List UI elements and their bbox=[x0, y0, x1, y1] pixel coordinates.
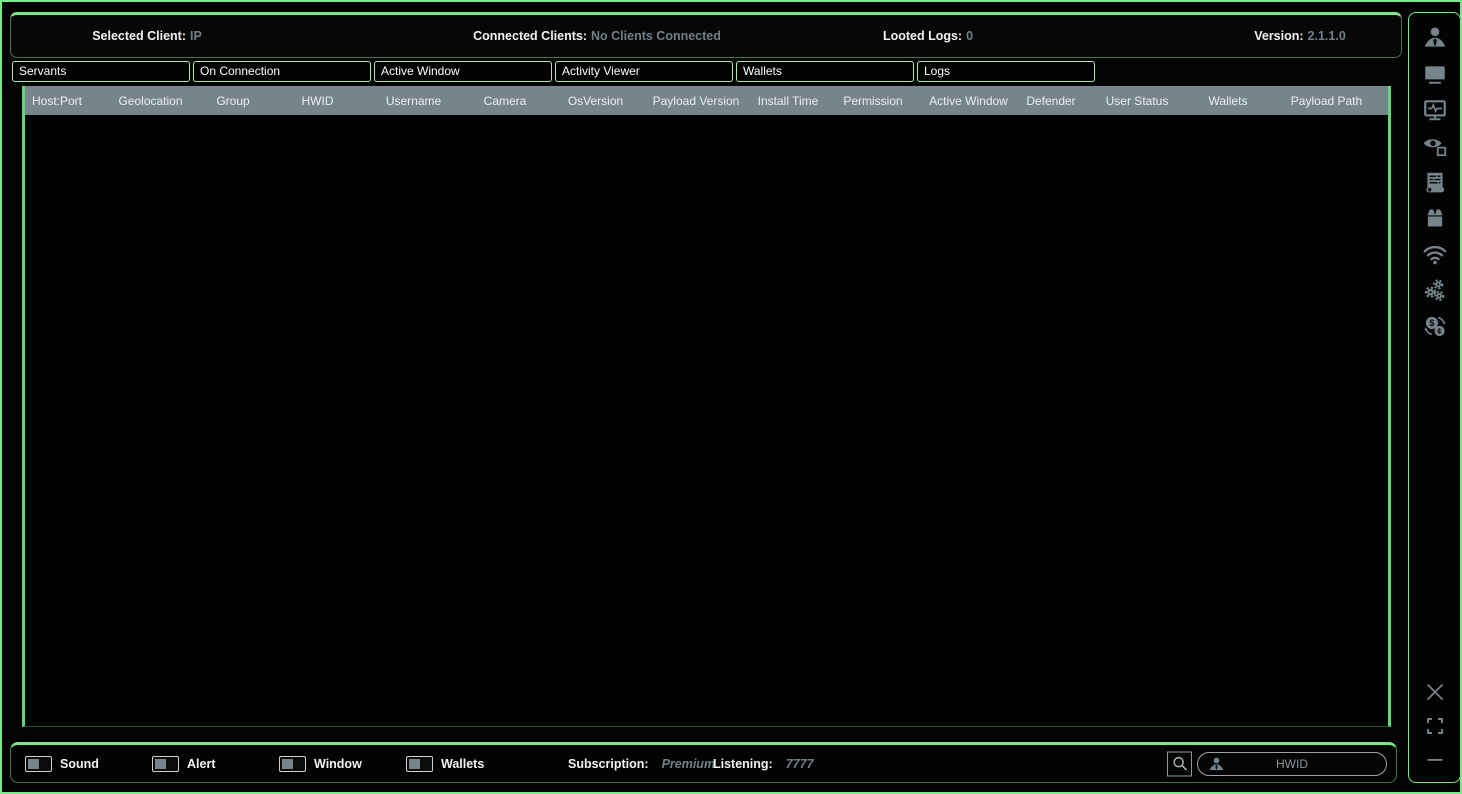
sidebar-icon-stack: $ ¢ bbox=[1420, 25, 1450, 339]
sound-toggle-group: Sound bbox=[25, 756, 99, 772]
col-header-hwid[interactable]: HWID bbox=[271, 94, 364, 108]
version-label: Version: bbox=[1254, 29, 1303, 43]
gears-icon[interactable] bbox=[1420, 277, 1450, 303]
sound-toggle[interactable] bbox=[25, 756, 52, 772]
tab-activity-viewer[interactable]: Activity Viewer bbox=[555, 61, 733, 82]
col-header-group[interactable]: Group bbox=[195, 94, 271, 108]
app-window: Selected Client: IP Connected Clients: No … bbox=[0, 0, 1462, 794]
listening-status: Listening: 7777 bbox=[713, 757, 814, 771]
subscription-value: Premium bbox=[662, 757, 716, 771]
minimize-icon[interactable] bbox=[1422, 750, 1448, 770]
tab-on-connection[interactable]: On Connection bbox=[193, 61, 371, 82]
col-header-camera[interactable]: Camera bbox=[463, 94, 547, 108]
currency-exchange-icon[interactable]: $ ¢ bbox=[1420, 313, 1450, 339]
tab-active-window[interactable]: Active Window bbox=[374, 61, 552, 82]
window-toggle-group: Window bbox=[279, 756, 362, 772]
toggle-knob bbox=[28, 759, 39, 769]
tab-servants[interactable]: Servants bbox=[12, 61, 190, 82]
table-header-row: Host:Port Geolocation Group HWID Usernam… bbox=[25, 86, 1388, 115]
tab-bar: Servants On Connection Active Window Act… bbox=[12, 61, 1095, 82]
client-list-area[interactable] bbox=[25, 115, 1388, 726]
close-icon[interactable] bbox=[1422, 682, 1448, 702]
col-header-install-time[interactable]: Install Time bbox=[748, 94, 828, 108]
toggle-knob bbox=[409, 759, 420, 769]
selected-client-label: Selected Client: bbox=[92, 29, 186, 43]
top-status-panel: Selected Client: IP Connected Clients: No … bbox=[10, 12, 1402, 58]
alert-toggle[interactable] bbox=[152, 756, 179, 772]
svg-text:$: $ bbox=[1429, 318, 1434, 328]
activity-monitor-icon[interactable] bbox=[1420, 97, 1450, 123]
connected-clients-label: Connected Clients: bbox=[473, 29, 587, 43]
wifi-icon[interactable] bbox=[1420, 241, 1450, 267]
col-header-permission[interactable]: Permission bbox=[828, 94, 918, 108]
package-icon[interactable] bbox=[1420, 205, 1450, 231]
svg-text:¢: ¢ bbox=[1437, 327, 1442, 336]
col-header-osversion[interactable]: OsVersion bbox=[547, 94, 644, 108]
eye-viewer-icon[interactable] bbox=[1420, 133, 1450, 159]
subscription-label: Subscription: bbox=[568, 757, 649, 771]
hwid-search-field bbox=[1197, 752, 1387, 776]
wallets-toggle[interactable] bbox=[406, 756, 433, 772]
tab-wallets[interactable]: Wallets bbox=[736, 61, 914, 82]
wallets-toggle-label: Wallets bbox=[441, 757, 484, 771]
subscription-status: Subscription: Premium bbox=[568, 757, 715, 771]
client-person-icon bbox=[1208, 756, 1225, 773]
listening-value: 7777 bbox=[786, 757, 814, 771]
search-button[interactable] bbox=[1167, 751, 1192, 776]
toggle-knob bbox=[282, 759, 293, 769]
col-header-payload-path[interactable]: Payload Path bbox=[1265, 94, 1388, 108]
logs-scroll-icon[interactable] bbox=[1420, 169, 1450, 195]
col-header-username[interactable]: Username bbox=[364, 94, 463, 108]
tab-logs[interactable]: Logs bbox=[917, 61, 1095, 82]
selected-client-value: IP bbox=[190, 29, 202, 43]
hwid-search-input[interactable] bbox=[1198, 752, 1386, 776]
clients-table: Host:Port Geolocation Group HWID Usernam… bbox=[22, 86, 1391, 727]
window-toggle-label: Window bbox=[314, 757, 362, 771]
col-header-payload-version[interactable]: Payload Version bbox=[644, 94, 748, 108]
bottom-bar: Sound Alert Window Wallets Subscription:… bbox=[10, 742, 1397, 783]
col-header-defender[interactable]: Defender bbox=[1019, 94, 1083, 108]
window-toggle[interactable] bbox=[279, 756, 306, 772]
search-icon bbox=[1171, 755, 1189, 773]
alert-toggle-group: Alert bbox=[152, 756, 215, 772]
sidebar-toolbar: $ ¢ bbox=[1408, 12, 1461, 783]
monitor-icon[interactable] bbox=[1420, 61, 1450, 87]
sound-toggle-label: Sound bbox=[60, 757, 99, 771]
connected-clients-value: No Clients Connected bbox=[591, 29, 721, 43]
col-header-host-port[interactable]: Host:Port bbox=[25, 94, 106, 108]
col-header-wallets[interactable]: Wallets bbox=[1191, 94, 1265, 108]
col-header-geolocation[interactable]: Geolocation bbox=[106, 94, 195, 108]
col-header-user-status[interactable]: User Status bbox=[1083, 94, 1191, 108]
selected-client-status: Selected Client: IP bbox=[92, 29, 202, 43]
connected-clients-status: Connected Clients: No Clients Connected bbox=[473, 29, 721, 43]
col-header-active-window[interactable]: Active Window bbox=[918, 94, 1019, 108]
alert-toggle-label: Alert bbox=[187, 757, 215, 771]
window-controls bbox=[1422, 682, 1448, 770]
looted-logs-label: Looted Logs: bbox=[883, 29, 962, 43]
version-value: 2.1.1.0 bbox=[1308, 29, 1346, 43]
version-status: Version: 2.1.1.0 bbox=[1254, 29, 1346, 43]
looted-logs-status: Looted Logs: 0 bbox=[883, 29, 973, 43]
fullscreen-icon[interactable] bbox=[1422, 716, 1448, 736]
wallets-toggle-group: Wallets bbox=[406, 756, 484, 772]
toggle-knob bbox=[155, 759, 166, 769]
listening-label: Listening: bbox=[713, 757, 773, 771]
spy-icon[interactable] bbox=[1420, 25, 1450, 51]
looted-logs-value: 0 bbox=[966, 29, 973, 43]
